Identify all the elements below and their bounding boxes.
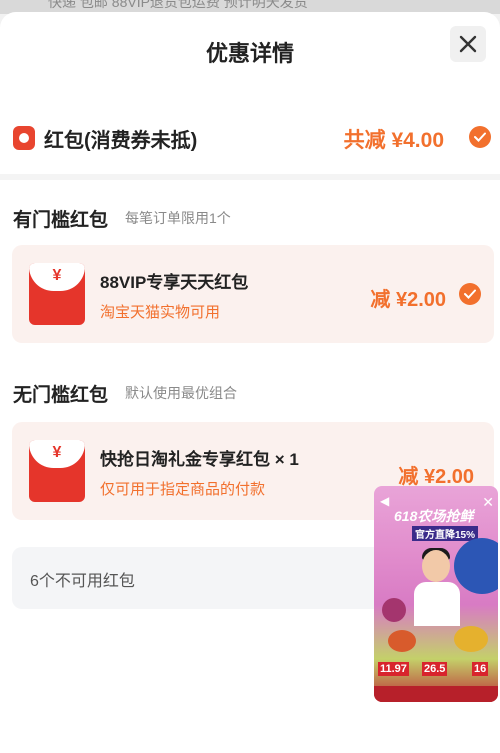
pip-fruit-graphic: [454, 626, 488, 652]
no-threshold-section-subtitle: 默认使用最优组合: [125, 385, 237, 401]
pip-price-tag: 11.97: [378, 662, 409, 676]
pip-close-icon[interactable]: ✕: [482, 494, 494, 511]
pip-host-body: [414, 582, 460, 626]
red-packet-summary[interactable]: 红包(消费券未抵) 共减 ¥4.00: [0, 124, 500, 160]
threshold-coupon-card[interactable]: ¥ 88VIP专享天天红包 淘宝天猫实物可用 减 ¥2.00: [12, 245, 494, 343]
pip-banner-text: 618农场抢鲜: [394, 508, 474, 524]
summary-total: 共减 ¥4.00: [343, 129, 444, 152]
coupon-title: 快抢日淘礼金专享红包 × 1: [100, 450, 299, 469]
threshold-section-subtitle: 每笔订单限用1个: [125, 210, 231, 226]
red-envelope-icon: ¥: [29, 263, 85, 325]
background-shipping-text: 快递 包邮 88VIP退货包运费 预计明天发货: [48, 0, 308, 10]
close-icon: [459, 35, 477, 53]
sheet-title: 优惠详情: [205, 41, 294, 66]
pip-sub-text: 官方直降15%: [412, 526, 479, 541]
coupon-amount: 减 ¥2.00: [398, 466, 474, 488]
speaker-icon[interactable]: ◀: [380, 494, 389, 508]
coupon-desc: 仅可用于指定商品的付款: [100, 481, 266, 498]
no-threshold-section-title: 无门槛红包: [13, 385, 109, 406]
live-stream-pip-window[interactable]: ◀ ✕ 618农场抢鲜 官方直降15% 11.97 26.5 16: [374, 486, 498, 702]
coupon-desc: 淘宝天猫实物可用: [100, 304, 221, 321]
unavailable-label: 6个不可用红包: [30, 573, 135, 590]
pip-fruit-graphic: [388, 630, 416, 652]
section-divider: [0, 174, 500, 180]
coupon-amount: 减 ¥2.00: [370, 289, 446, 311]
summary-checked-icon[interactable]: [469, 126, 491, 148]
pip-footer-bar: [374, 686, 498, 702]
summary-label: 红包(消费券未抵): [44, 130, 198, 152]
pip-host-face: [422, 550, 450, 582]
pip-fruit-graphic: [382, 598, 406, 622]
pip-price-tag: 26.5: [422, 662, 448, 676]
coupon-title: 88VIP专享天天红包: [100, 273, 249, 292]
red-packet-icon: [13, 126, 35, 150]
threshold-section-title: 有门槛红包: [13, 210, 109, 231]
close-button[interactable]: [450, 26, 486, 62]
pip-price-tag: 16: [472, 662, 489, 676]
red-envelope-icon: ¥: [29, 440, 85, 502]
coupon-checked-icon[interactable]: [459, 283, 481, 305]
pip-globe-graphic: [454, 538, 498, 594]
